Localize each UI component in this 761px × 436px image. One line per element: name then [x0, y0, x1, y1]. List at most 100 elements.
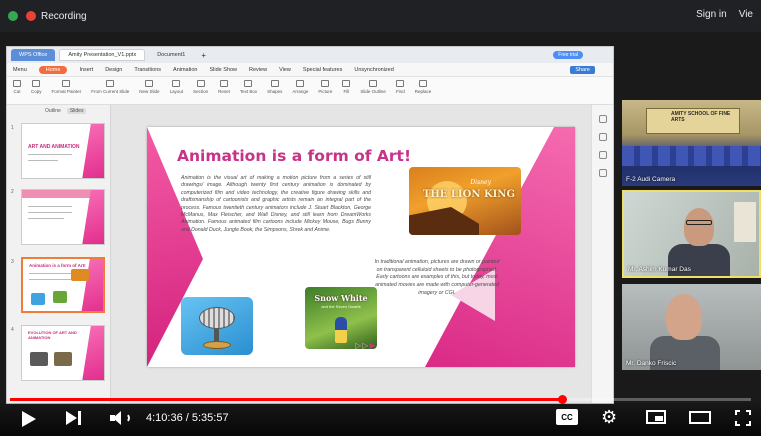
- thumbnail-number: 1: [11, 125, 14, 131]
- menu-item-insert[interactable]: Insert: [79, 67, 93, 73]
- lion-king-title: THE LION KING: [422, 189, 515, 200]
- thumb-image: [31, 293, 45, 305]
- section-icon: [196, 80, 205, 87]
- participant-tile-ashim[interactable]: Mr. Ashim Kumar Das: [622, 190, 761, 278]
- settings-gear-icon[interactable]: ⚙: [601, 408, 617, 426]
- theater-mode-icon[interactable]: [689, 411, 711, 424]
- thumb-text-line: [28, 218, 64, 219]
- time-display: 4:10:36 / 5:35:57: [146, 412, 229, 424]
- participant-name: F-2 Audi Camera: [626, 176, 676, 183]
- slide-outline-button[interactable]: Slide Outline: [360, 80, 386, 94]
- thumb-text-line: [29, 279, 73, 280]
- glasses-shape: [686, 220, 712, 225]
- participant-tile-audi-camera[interactable]: AMITY SCHOOL OF FINE ARTS F-2 Audi Camer…: [622, 100, 761, 186]
- fullscreen-corner: [746, 421, 751, 426]
- brush-icon: [62, 80, 71, 87]
- new-tab-icon[interactable]: +: [201, 51, 206, 60]
- outline-icon: [369, 80, 378, 87]
- slide-title: Animation is a form of Art!: [177, 147, 412, 165]
- section-button[interactable]: Section: [193, 80, 208, 94]
- slide-body-text: Animation is the visual art of making a …: [181, 175, 371, 233]
- format-icon[interactable]: [598, 133, 607, 141]
- captions-button[interactable]: CC: [556, 409, 578, 425]
- zoetrope-base: [203, 341, 231, 349]
- copy-button[interactable]: Copy: [31, 80, 42, 94]
- menu-item-menu[interactable]: Menu: [13, 67, 27, 73]
- cut-label: Cut: [13, 89, 21, 94]
- tab-document[interactable]: Document1: [149, 49, 193, 61]
- view-button[interactable]: Vie: [739, 9, 753, 20]
- slide-thumbnail-4[interactable]: EVOLUTION OF ART AND ANIMATION: [21, 325, 105, 381]
- history-icon[interactable]: [598, 169, 607, 177]
- next-icon[interactable]: [66, 410, 84, 426]
- replace-label: Replace: [414, 89, 432, 94]
- speaker-cone: [113, 411, 121, 425]
- picture-button[interactable]: Picture: [318, 80, 332, 94]
- properties-icon[interactable]: [598, 115, 607, 123]
- reset-button[interactable]: Reset: [218, 80, 230, 94]
- new-slide-button[interactable]: New Slide: [139, 80, 160, 94]
- recording-label: Recording: [41, 10, 87, 22]
- textbox-icon: [244, 80, 253, 87]
- sign-in-link[interactable]: Sign in: [696, 9, 727, 20]
- from-current-slide-button[interactable]: From Current Slide: [91, 80, 129, 94]
- copy-label: Copy: [31, 89, 42, 94]
- zoetrope-image: [181, 297, 253, 355]
- thumb-decoration: [82, 326, 104, 380]
- video-progress-bar[interactable]: [10, 395, 751, 404]
- share-button[interactable]: Share: [570, 65, 595, 74]
- ribbon-toolbar: Cut Copy Format Painter From Current Sli…: [7, 77, 613, 105]
- sound-wave: [122, 413, 130, 423]
- thumbnail-number: 3: [11, 259, 14, 265]
- arrange-button[interactable]: Arrange: [292, 80, 308, 94]
- layout-button[interactable]: Layout: [170, 80, 183, 94]
- person-head: [684, 208, 714, 246]
- menu-item-transitions[interactable]: Transitions: [134, 67, 161, 73]
- slide-nav-arrows[interactable]: ▷▷▶: [355, 341, 376, 350]
- volume-icon[interactable]: [110, 410, 132, 426]
- shapes-button[interactable]: Shapes: [267, 80, 282, 94]
- current-slide[interactable]: Animation is a form of Art! Animation is…: [147, 127, 575, 367]
- miniplayer-icon[interactable]: [646, 410, 666, 424]
- section-label: Section: [193, 89, 209, 94]
- shapes-icon: [270, 80, 279, 87]
- format-painter-button[interactable]: Format Painter: [52, 80, 81, 94]
- slide-thumbnail-2[interactable]: [21, 189, 105, 245]
- fullscreen-icon[interactable]: [735, 410, 751, 426]
- event-banner-text: AMITY SCHOOL OF FINE ARTS: [671, 111, 731, 123]
- fill-button[interactable]: Fill: [342, 80, 351, 94]
- tab-wps-office[interactable]: WPS Office: [11, 49, 56, 61]
- participant-tile-danko[interactable]: Mr. Danko Friscic: [622, 284, 761, 370]
- lion-king-image: Disney THE LION KING: [409, 167, 521, 235]
- menu-item-design[interactable]: Design: [105, 67, 122, 73]
- disney-logo-text: Disney: [470, 179, 491, 186]
- person-head: [666, 294, 702, 340]
- thumbnail-title: EVOLUTION OF ART AND ANIMATION: [28, 330, 77, 340]
- animation-icon[interactable]: [598, 151, 607, 159]
- menu-item-animation[interactable]: Animation: [173, 67, 197, 73]
- tab-outline[interactable]: Outline: [45, 108, 61, 114]
- menu-item-special-features[interactable]: Special features: [303, 67, 342, 73]
- play-icon[interactable]: [22, 411, 36, 427]
- menu-item-unsynchronized[interactable]: Unsynchronized: [354, 67, 393, 73]
- menu-item-view[interactable]: View: [279, 67, 291, 73]
- slide-thumbnail-1[interactable]: ART AND ANIMATION: [21, 123, 105, 179]
- thumb-text-line: [28, 154, 72, 155]
- find-button[interactable]: Find: [396, 80, 405, 94]
- rock-shape: [409, 207, 479, 235]
- menu-item-home[interactable]: Home: [38, 65, 68, 74]
- tab-presentation[interactable]: Amity Presentation_V1.pptx: [59, 49, 146, 61]
- replace-button[interactable]: Replace: [414, 80, 432, 94]
- cut-button[interactable]: Cut: [13, 80, 21, 94]
- tab-slides[interactable]: Slides: [66, 108, 87, 114]
- text-box-button[interactable]: Text Box: [240, 80, 257, 94]
- participant-name: Mr. Ashim Kumar Das: [628, 266, 691, 273]
- slide-thumbnail-3[interactable]: Animation is a form of Art!: [21, 257, 105, 313]
- scissors-icon: [13, 80, 21, 87]
- menu-item-slide-show[interactable]: Slide Show: [210, 67, 238, 73]
- picture-icon: [321, 80, 330, 87]
- free-trial-button[interactable]: Free trial: [553, 51, 583, 59]
- snow-white-subtitle: and the Seven Dwarfs: [321, 304, 361, 309]
- menu-item-review[interactable]: Review: [249, 67, 267, 73]
- thumbnail-title: Animation is a form of Art!: [29, 263, 86, 268]
